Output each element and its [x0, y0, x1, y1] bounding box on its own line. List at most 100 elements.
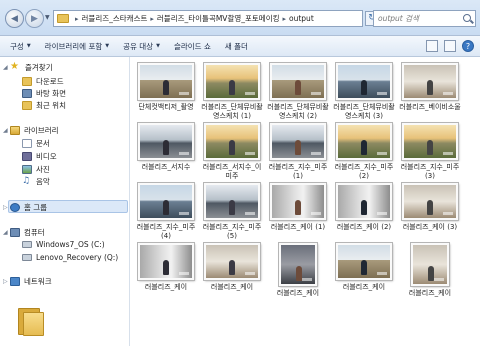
file-item[interactable]: 러블리즈_베이비소울	[398, 63, 462, 112]
search-box[interactable]	[373, 10, 476, 27]
recent-pages-dropdown-icon[interactable]: ▼	[45, 14, 50, 21]
file-name: 러블리즈_케이	[342, 283, 386, 291]
image-thumbnail[interactable]	[138, 243, 194, 280]
nav-label: 문서	[36, 139, 50, 148]
chevron-down-icon: ▼	[26, 43, 31, 49]
address-bar[interactable]: ▸ 러블리즈_스타캐스트 ▸ 러블리즈_타이틀곡MV촬영_포토메이킹 ▸ out…	[53, 10, 363, 27]
chevron-right-icon[interactable]: ▸	[283, 15, 287, 23]
file-item[interactable]: 러블리즈_지수_미주 (1)	[266, 123, 330, 181]
file-item[interactable]: 러블리즈_케이 (3)	[398, 183, 462, 232]
file-item[interactable]: 러블리즈_케이 (2)	[332, 183, 396, 232]
collapse-arrow-icon[interactable]: ◢	[3, 64, 8, 71]
search-input[interactable]	[378, 14, 466, 23]
breadcrumb-item[interactable]: 러블리즈_타이틀곡MV촬영_포토메이킹	[157, 13, 280, 24]
image-thumbnail[interactable]	[402, 183, 458, 220]
image-thumbnail[interactable]	[204, 183, 260, 220]
nav-item-desktop[interactable]: 바탕 화면	[22, 88, 66, 99]
nav-homegroup[interactable]: 홈 그룹	[10, 202, 47, 213]
nav-libraries[interactable]: 라이브러리	[10, 125, 59, 136]
image-thumbnail[interactable]	[270, 123, 326, 160]
include-in-library-button[interactable]: 라이브러리에 포함 ▼	[45, 41, 109, 52]
nav-item-drive-c[interactable]: Windows7_OS (C:)	[22, 240, 105, 249]
chevron-right-icon[interactable]: ▸	[75, 15, 79, 23]
slide-show-button[interactable]: 슬라이드 쇼	[174, 41, 211, 52]
file-item[interactable]: 단체컷백티저_촬영	[134, 63, 198, 112]
file-item[interactable]: 러블리즈_케이	[200, 243, 264, 292]
image-thumbnail[interactable]	[270, 63, 326, 100]
file-item[interactable]: 러블리즈_단체뮤비촬영스케치 (1)	[200, 63, 264, 121]
expand-arrow-icon[interactable]: ▷	[3, 204, 8, 211]
nav-item-videos[interactable]: 비디오	[22, 151, 57, 162]
image-thumbnail[interactable]	[138, 63, 194, 100]
nav-network[interactable]: 네트워크	[10, 276, 52, 287]
nav-label: Windows7_OS (C:)	[36, 240, 105, 249]
nav-item-music[interactable]: ♫ 음악	[22, 176, 50, 187]
nav-computer[interactable]: 컴퓨터	[10, 227, 45, 238]
organize-button[interactable]: 구성 ▼	[10, 41, 31, 52]
image-thumbnail[interactable]	[138, 183, 194, 220]
nav-item-downloads[interactable]: 다운로드	[22, 76, 64, 87]
file-name: 러블리즈_베이비소울	[399, 103, 461, 111]
nav-item-documents[interactable]: 문서	[22, 138, 50, 149]
back-button[interactable]: ◀	[5, 9, 24, 28]
image-thumbnail[interactable]	[204, 243, 260, 280]
image-thumbnail[interactable]	[411, 243, 449, 286]
file-item[interactable]: 러블리즈_지수_미주 (2)	[332, 123, 396, 181]
file-item[interactable]: 러블리즈_케이	[398, 243, 462, 298]
collapse-arrow-icon[interactable]: ◢	[3, 229, 8, 236]
image-thumbnail[interactable]	[402, 63, 458, 100]
organize-label: 구성	[10, 41, 24, 51]
file-name: 러블리즈_서지수_이미주	[202, 163, 262, 180]
breadcrumb-item[interactable]: 러블리즈_스타캐스트	[82, 13, 148, 24]
image-thumbnail[interactable]	[336, 243, 392, 280]
help-icon[interactable]: ?	[462, 40, 474, 52]
image-thumbnail[interactable]	[270, 183, 326, 220]
expand-arrow-icon[interactable]: ▷	[3, 278, 8, 285]
breadcrumb-item[interactable]: output	[289, 14, 314, 23]
nav-label: 라이브러리	[24, 126, 59, 135]
file-item[interactable]: 러블리즈_서지수_이미주	[200, 123, 264, 181]
nav-item-drive-q[interactable]: Lenovo_Recovery (Q:)	[22, 253, 118, 262]
folder-icon	[57, 14, 69, 23]
image-thumbnail[interactable]	[279, 243, 317, 286]
library-icon	[10, 126, 20, 135]
search-icon[interactable]	[463, 14, 471, 22]
chevron-down-icon: ▼	[156, 43, 160, 49]
file-item[interactable]: 러블리즈_단체뮤비촬영스케치 (2)	[266, 63, 330, 121]
change-view-icon[interactable]	[426, 40, 438, 52]
file-item[interactable]: 러블리즈_지수_미주 (3)	[398, 123, 462, 181]
nav-item-pictures[interactable]: 사진	[22, 164, 50, 175]
file-item[interactable]: 러블리즈_케이	[134, 243, 198, 292]
image-thumbnail[interactable]	[336, 183, 392, 220]
file-item[interactable]: 러블리즈_케이 (1)	[266, 183, 330, 232]
chevron-down-icon: ▼	[105, 43, 110, 49]
collapse-arrow-icon[interactable]: ◢	[3, 127, 8, 134]
file-name: 러블리즈_단체뮤비촬영스케치 (1)	[201, 103, 263, 120]
file-name: 러블리즈_단체뮤비촬영스케치 (3)	[333, 103, 395, 120]
share-with-button[interactable]: 공유 대상 ▼	[123, 41, 160, 52]
image-thumbnail[interactable]	[204, 63, 260, 100]
nav-item-recent-places[interactable]: 최근 위치	[22, 100, 66, 111]
folder-icon	[22, 77, 32, 86]
file-item[interactable]: 러블리즈_케이	[332, 243, 396, 292]
image-thumbnail[interactable]	[336, 123, 392, 160]
file-name: 단체컷백티저_촬영	[138, 103, 194, 111]
file-item[interactable]: 러블리즈_단체뮤비촬영스케치 (3)	[332, 63, 396, 121]
file-item[interactable]: 러블리즈_지수_미주 (4)	[134, 183, 198, 241]
image-thumbnail[interactable]	[204, 123, 260, 160]
new-folder-button[interactable]: 새 폴더	[225, 41, 248, 52]
image-thumbnail[interactable]	[402, 123, 458, 160]
preview-pane-icon[interactable]	[444, 40, 456, 52]
image-thumbnail[interactable]	[336, 63, 392, 100]
image-thumbnail[interactable]	[138, 123, 194, 160]
file-name: 러블리즈_케이	[408, 289, 452, 297]
nav-favorites[interactable]: ★ 즐겨찾기	[10, 62, 53, 73]
drive-icon	[22, 241, 32, 248]
forward-button[interactable]: ▶	[25, 9, 44, 28]
file-item[interactable]: 러블리즈_서지수	[134, 123, 198, 172]
file-name: 러블리즈_서지수	[141, 163, 191, 171]
chevron-right-icon[interactable]: ▸	[150, 15, 154, 23]
file-item[interactable]: 러블리즈_케이	[266, 243, 330, 298]
file-item[interactable]: 러블리즈_지수_미주 (5)	[200, 183, 264, 241]
recent-places-icon	[22, 101, 32, 110]
